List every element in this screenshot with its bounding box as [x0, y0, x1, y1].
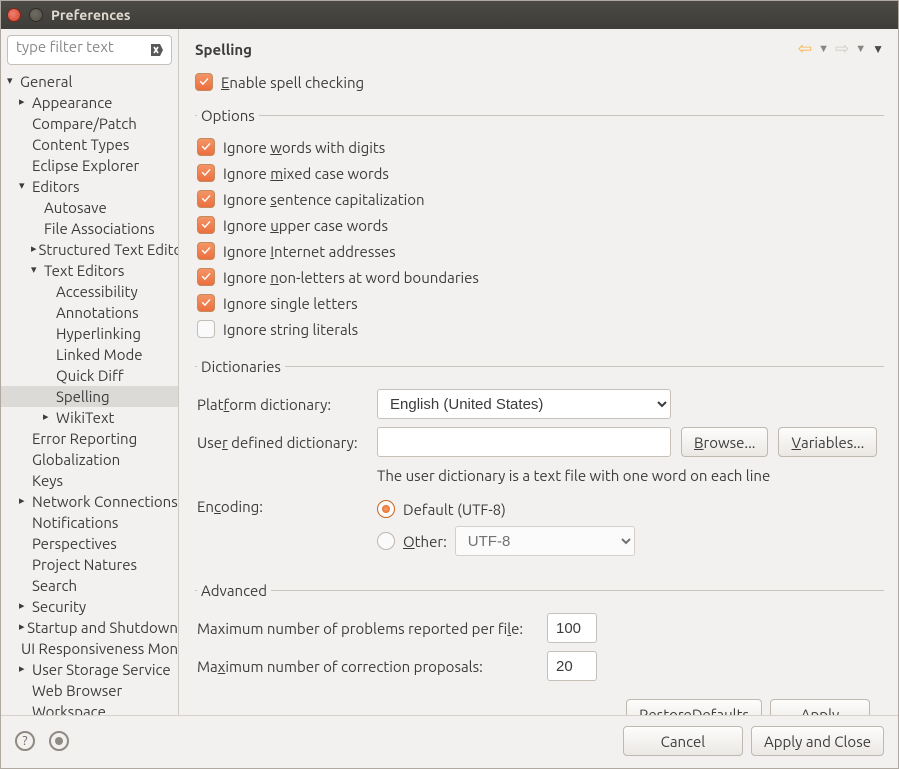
platform-dictionary-select[interactable]: English (United States)	[377, 389, 671, 419]
enable-spell-checking-label: Enable spell checking	[221, 74, 364, 91]
apply-and-close-button[interactable]: Apply and Close	[751, 726, 884, 756]
tree-item-project-natures[interactable]: Project Natures	[1, 554, 178, 575]
tree-item-search[interactable]: Search	[1, 575, 178, 596]
window-close-icon[interactable]	[7, 8, 21, 22]
encoding-other-select[interactable]: UTF-8	[455, 526, 635, 556]
platform-dictionary-label: Platform dictionary:	[197, 396, 367, 413]
sidebar: type filter text ▾General ▸Appearance Co…	[1, 29, 179, 715]
ignore-upper-case-label: Ignore upper case words	[223, 217, 388, 234]
tree-item-network-connections[interactable]: ▸Network Connections	[1, 491, 178, 512]
view-menu-icon[interactable]: ▼	[872, 42, 884, 56]
user-dictionary-note: The user dictionary is a text file with …	[197, 461, 882, 488]
ignore-single-letters-label: Ignore single letters	[223, 295, 358, 312]
ignore-mixed-case-checkbox[interactable]	[197, 164, 215, 182]
max-proposals-label: Maximum number of correction proposals:	[197, 658, 537, 675]
ignore-string-literals-checkbox[interactable]	[197, 320, 215, 338]
options-legend: Options	[197, 107, 259, 124]
tree-item-perspectives[interactable]: Perspectives	[1, 533, 178, 554]
tree-item-eclipse-explorer[interactable]: Eclipse Explorer	[1, 155, 178, 176]
encoding-label: Encoding:	[197, 498, 367, 515]
preferences-window: Preferences type filter text ▾General ▸A…	[0, 0, 899, 769]
filter-input[interactable]: type filter text	[7, 35, 172, 65]
max-proposals-input[interactable]	[547, 651, 597, 681]
nav-back-dropdown-icon[interactable]: ▼	[814, 43, 833, 55]
tree-item-wikitext[interactable]: ▸WikiText	[1, 407, 178, 428]
tree-item-security[interactable]: ▸Security	[1, 596, 178, 617]
tree-item-file-associations[interactable]: File Associations	[1, 218, 178, 239]
tree-item-globalization[interactable]: Globalization	[1, 449, 178, 470]
ignore-single-letters-checkbox[interactable]	[197, 294, 215, 312]
user-dictionary-label: User defined dictionary:	[197, 434, 367, 451]
tree-item-general[interactable]: ▾General	[1, 71, 178, 92]
titlebar[interactable]: Preferences	[1, 1, 898, 29]
ignore-non-letters-checkbox[interactable]	[197, 268, 215, 286]
tree-item-text-editors[interactable]: ▾Text Editors	[1, 260, 178, 281]
encoding-default-label: Default (UTF-8)	[403, 501, 506, 518]
max-problems-input[interactable]	[547, 613, 597, 643]
ignore-upper-case-checkbox[interactable]	[197, 216, 215, 234]
tree-item-web-browser[interactable]: Web Browser	[1, 680, 178, 701]
variables-button[interactable]: Variables...	[778, 427, 877, 457]
ignore-internet-addresses-checkbox[interactable]	[197, 242, 215, 260]
apply-button[interactable]: Apply	[770, 699, 870, 715]
window-minimize-icon[interactable]	[29, 8, 43, 22]
dictionaries-legend: Dictionaries	[197, 358, 285, 375]
tree-item-workspace[interactable]: Workspace	[1, 701, 178, 715]
ignore-internet-addresses-label: Ignore Internet addresses	[223, 243, 396, 260]
oomph-icon[interactable]	[49, 731, 69, 751]
encoding-default-radio[interactable]	[377, 500, 395, 518]
dictionaries-group: Dictionaries Platform dictionary: Englis…	[195, 358, 884, 570]
tree-item-keys[interactable]: Keys	[1, 470, 178, 491]
ignore-sentence-cap-checkbox[interactable]	[197, 190, 215, 208]
ignore-string-literals-label: Ignore string literals	[223, 321, 358, 338]
tree-item-appearance[interactable]: ▸Appearance	[1, 92, 178, 113]
tree-item-spelling[interactable]: Spelling	[1, 386, 178, 407]
encoding-other-label: Other:	[403, 533, 447, 550]
cancel-button[interactable]: Cancel	[623, 726, 743, 756]
tree-item-error-reporting[interactable]: Error Reporting	[1, 428, 178, 449]
max-problems-label: Maximum number of problems reported per …	[197, 620, 537, 637]
tree-item-annotations[interactable]: Annotations	[1, 302, 178, 323]
body: type filter text ▾General ▸Appearance Co…	[1, 29, 898, 715]
ignore-non-letters-label: Ignore non-letters at word boundaries	[223, 269, 479, 286]
restore-defaults-button[interactable]: Restore Defaults	[626, 699, 762, 715]
tree-item-editors[interactable]: ▾Editors	[1, 176, 178, 197]
tree-item-ui-responsiveness[interactable]: UI Responsiveness Monitoring	[1, 638, 178, 659]
nav-forward-icon[interactable]: ⇨	[835, 39, 849, 59]
tree-item-accessibility[interactable]: Accessibility	[1, 281, 178, 302]
page-title: Spelling	[195, 41, 798, 58]
enable-spell-checking-checkbox[interactable]	[195, 73, 213, 91]
help-icon[interactable]: ?	[15, 731, 35, 751]
tree-item-content-types[interactable]: Content Types	[1, 134, 178, 155]
options-group: Options Ignore words with digits Ignore …	[195, 107, 884, 346]
nav-forward-dropdown-icon[interactable]: ▼	[851, 43, 870, 55]
content-area: Spelling ⇦ ▼ ⇨ ▼ ▼ Enable spell checking…	[179, 29, 898, 715]
encoding-other-radio[interactable]	[377, 532, 395, 550]
preferences-tree[interactable]: ▾General ▸Appearance Compare/Patch Conte…	[1, 71, 178, 715]
tree-item-quick-diff[interactable]: Quick Diff	[1, 365, 178, 386]
browse-button[interactable]: Browse...	[681, 427, 768, 457]
footer: ? Cancel Apply and Close	[1, 715, 898, 768]
clear-filter-icon[interactable]	[149, 42, 165, 58]
tree-item-user-storage-service[interactable]: ▸User Storage Service	[1, 659, 178, 680]
filter-placeholder: type filter text	[16, 38, 114, 55]
advanced-group: Advanced Maximum number of problems repo…	[195, 582, 884, 689]
nav-back-icon[interactable]: ⇦	[798, 39, 812, 59]
user-dictionary-input[interactable]	[377, 427, 671, 457]
ignore-words-with-digits-checkbox[interactable]	[197, 138, 215, 156]
tree-item-compare-patch[interactable]: Compare/Patch	[1, 113, 178, 134]
tree-item-startup-shutdown[interactable]: ▸Startup and Shutdown	[1, 617, 178, 638]
ignore-sentence-cap-label: Ignore sentence capitalization	[223, 191, 425, 208]
tree-item-linked-mode[interactable]: Linked Mode	[1, 344, 178, 365]
advanced-legend: Advanced	[197, 582, 271, 599]
tree-item-hyperlinking[interactable]: Hyperlinking	[1, 323, 178, 344]
tree-item-autosave[interactable]: Autosave	[1, 197, 178, 218]
ignore-words-with-digits-label: Ignore words with digits	[223, 139, 385, 156]
tree-item-structured-text-editors[interactable]: ▸Structured Text Editors	[1, 239, 178, 260]
tree-item-notifications[interactable]: Notifications	[1, 512, 178, 533]
window-title: Preferences	[51, 7, 131, 23]
ignore-mixed-case-label: Ignore mixed case words	[223, 165, 389, 182]
